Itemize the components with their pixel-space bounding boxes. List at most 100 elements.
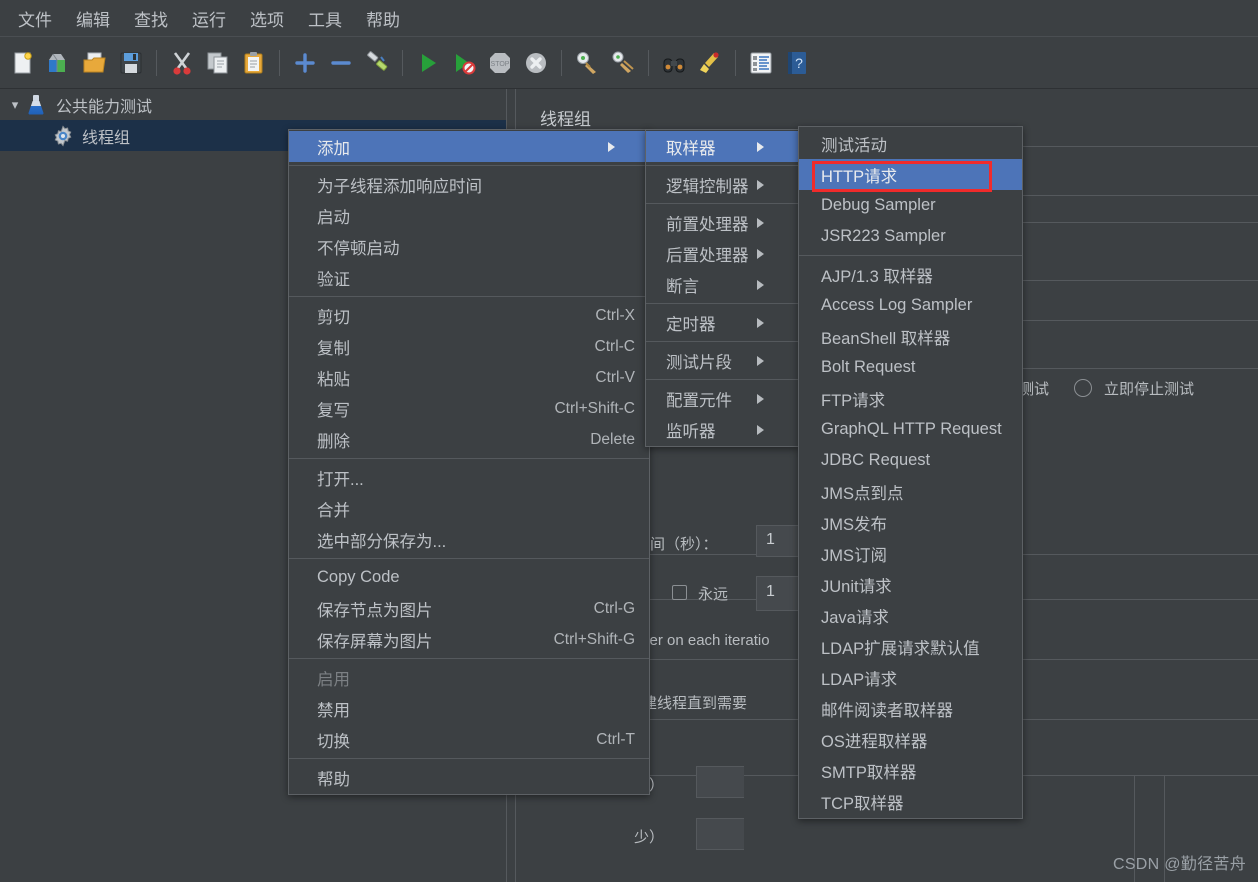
sampler-item-jdbc-request[interactable]: JDBC Request	[799, 445, 1022, 476]
submenu-item-sampler[interactable]: 取样器	[646, 131, 798, 162]
add-submenu[interactable]: 取样器逻辑控制器前置处理器后置处理器断言定时器测试片段配置元件监听器	[645, 129, 799, 447]
menu-item-label: 禁用	[317, 697, 350, 721]
menu-item-paste[interactable]: 粘贴Ctrl-V	[289, 362, 649, 393]
sampler-item-beanshell-sampler[interactable]: BeanShell 取样器	[799, 321, 1022, 352]
sampler-submenu[interactable]: 测试活动HTTP请求Debug SamplerJSR223 Sampler AJP…	[798, 126, 1023, 819]
submenu-arrow-icon	[757, 318, 784, 328]
new-file-icon[interactable]	[6, 46, 40, 80]
menubar-item-edit[interactable]: 编辑	[64, 2, 122, 35]
sampler-item-http-request[interactable]: HTTP请求	[799, 159, 1022, 190]
menu-item-save-screen-as-image[interactable]: 保存屏幕为图片Ctrl+Shift-G	[289, 624, 649, 655]
tree-context-menu[interactable]: 添加为子线程添加响应时间启动不停顿启动验证剪切Ctrl-X复制Ctrl-C粘贴C…	[288, 129, 650, 795]
shutdown-icon[interactable]	[519, 46, 553, 80]
stop-test-now-radio[interactable]	[1074, 379, 1092, 397]
menubar-item-search[interactable]: 查找	[122, 2, 180, 35]
menu-item-add[interactable]: 添加	[289, 131, 649, 162]
clear-all-icon[interactable]	[606, 46, 640, 80]
open-folder-icon[interactable]	[78, 46, 112, 80]
menubar-item-tools[interactable]: 工具	[296, 2, 354, 35]
search-binoculars-icon[interactable]	[657, 46, 691, 80]
sampler-item-debug-sampler[interactable]: Debug Sampler	[799, 190, 1022, 221]
menu-item-label: JDBC Request	[821, 451, 930, 470]
start-play-icon[interactable]	[411, 46, 445, 80]
new-template-icon[interactable]	[42, 46, 76, 80]
menu-item-start[interactable]: 启动	[289, 200, 649, 231]
menu-item-label: 剪切	[317, 304, 350, 328]
menu-item-save-node-as-image[interactable]: 保存节点为图片Ctrl-G	[289, 593, 649, 624]
sampler-item-jms-subscriber[interactable]: JMS订阅	[799, 538, 1022, 569]
sampler-item-access-log-sampler[interactable]: Access Log Sampler	[799, 290, 1022, 321]
menu-item-open[interactable]: 打开...	[289, 462, 649, 493]
sampler-item-ldap-ext-request-defaults[interactable]: LDAP扩展请求默认值	[799, 631, 1022, 662]
menu-item-add-think-times[interactable]: 为子线程添加响应时间	[289, 169, 649, 200]
clear-icon[interactable]	[570, 46, 604, 80]
watermark: CSDN @勤径苦舟	[1113, 850, 1246, 874]
toggle-icon[interactable]	[360, 46, 394, 80]
menu-item-label: BeanShell 取样器	[821, 325, 950, 349]
menu-item-merge[interactable]: 合并	[289, 493, 649, 524]
menu-item-enable[interactable]: 启用	[289, 662, 649, 693]
submenu-item-timer[interactable]: 定时器	[646, 307, 798, 338]
sampler-item-jsr223-sampler[interactable]: JSR223 Sampler	[799, 221, 1022, 252]
copy-icon[interactable]	[201, 46, 235, 80]
menu-item-start-no-pauses[interactable]: 不停顿启动	[289, 231, 649, 262]
forever-checkbox[interactable]	[672, 585, 687, 600]
menu-item-disable[interactable]: 禁用	[289, 693, 649, 724]
submenu-item-assertions[interactable]: 断言	[646, 269, 798, 300]
menu-item-cut[interactable]: 剪切Ctrl-X	[289, 300, 649, 331]
startup-delay-field[interactable]	[696, 818, 744, 850]
submenu-item-post-processors[interactable]: 后置处理器	[646, 238, 798, 269]
menu-item-copy-code[interactable]: Copy Code	[289, 562, 649, 593]
submenu-item-pre-processors[interactable]: 前置处理器	[646, 207, 798, 238]
submenu-item-test-fragment[interactable]: 测试片段	[646, 345, 798, 376]
sampler-item-graphql-http-request[interactable]: GraphQL HTTP Request	[799, 414, 1022, 445]
paste-clipboard-icon[interactable]	[237, 46, 271, 80]
menu-item-save-selection-as[interactable]: 选中部分保存为...	[289, 524, 649, 555]
menu-item-copy[interactable]: 复制Ctrl-C	[289, 331, 649, 362]
help-book-icon[interactable]: ?	[780, 46, 814, 80]
sampler-item-mail-reader-sampler[interactable]: 邮件阅读者取样器	[799, 693, 1022, 724]
minus-icon[interactable]	[324, 46, 358, 80]
tree-node-test-plan[interactable]: ▾ 公共能力测试	[0, 89, 506, 120]
save-icon[interactable]	[114, 46, 148, 80]
submenu-item-listener[interactable]: 监听器	[646, 414, 798, 445]
menu-item-help[interactable]: 帮助	[289, 762, 649, 793]
menu-item-label: 保存屏幕为图片	[317, 628, 433, 652]
menu-item-validate[interactable]: 验证	[289, 262, 649, 293]
submenu-arrow-icon	[757, 180, 784, 190]
menubar-item-file[interactable]: 文件	[6, 2, 64, 35]
menubar-item-options[interactable]: 选项	[238, 2, 296, 35]
menu-item-label: 启动	[317, 204, 350, 228]
sampler-item-os-process-sampler[interactable]: OS进程取样器	[799, 724, 1022, 755]
function-helper-icon[interactable]	[744, 46, 778, 80]
menu-item-label: 添加	[317, 135, 350, 159]
menu-item-toggle[interactable]: 切换Ctrl-T	[289, 724, 649, 755]
submenu-arrow-icon	[757, 218, 784, 228]
sampler-item-jms-publisher[interactable]: JMS发布	[799, 507, 1022, 538]
sampler-item-ftp-request[interactable]: FTP请求	[799, 383, 1022, 414]
menu-item-duplicate[interactable]: 复写Ctrl+Shift-C	[289, 393, 649, 424]
menu-item-label: 前置处理器	[666, 211, 749, 235]
submenu-item-logic-controller[interactable]: 逻辑控制器	[646, 169, 798, 200]
stop-icon[interactable]: STOP	[483, 46, 517, 80]
sampler-item-ldap-request[interactable]: LDAP请求	[799, 662, 1022, 693]
menu-item-remove[interactable]: 删除Delete	[289, 424, 649, 455]
sampler-item-smtp-sampler[interactable]: SMTP取样器	[799, 755, 1022, 786]
duration-field[interactable]	[696, 766, 744, 798]
sampler-item-ajp13-sampler[interactable]: AJP/1.3 取样器	[799, 259, 1022, 290]
sampler-item-java-request[interactable]: Java请求	[799, 600, 1022, 631]
reset-search-broom-icon[interactable]	[693, 46, 727, 80]
sampler-item-junit-request[interactable]: JUnit请求	[799, 569, 1022, 600]
menubar-item-help[interactable]: 帮助	[354, 2, 412, 35]
plus-icon[interactable]	[288, 46, 322, 80]
submenu-item-config-element[interactable]: 配置元件	[646, 383, 798, 414]
start-no-pause-icon[interactable]	[447, 46, 481, 80]
cut-scissors-icon[interactable]	[165, 46, 199, 80]
menubar-item-run[interactable]: 运行	[180, 2, 238, 35]
sampler-item-bolt-request[interactable]: Bolt Request	[799, 352, 1022, 383]
sampler-item-tcp-sampler[interactable]: TCP取样器	[799, 786, 1022, 817]
chevron-down-icon[interactable]: ▾	[4, 97, 26, 113]
sampler-item-jms-point-to-point[interactable]: JMS点到点	[799, 476, 1022, 507]
sampler-item-test-action[interactable]: 测试活动	[799, 128, 1022, 159]
menu-separator	[646, 203, 798, 204]
